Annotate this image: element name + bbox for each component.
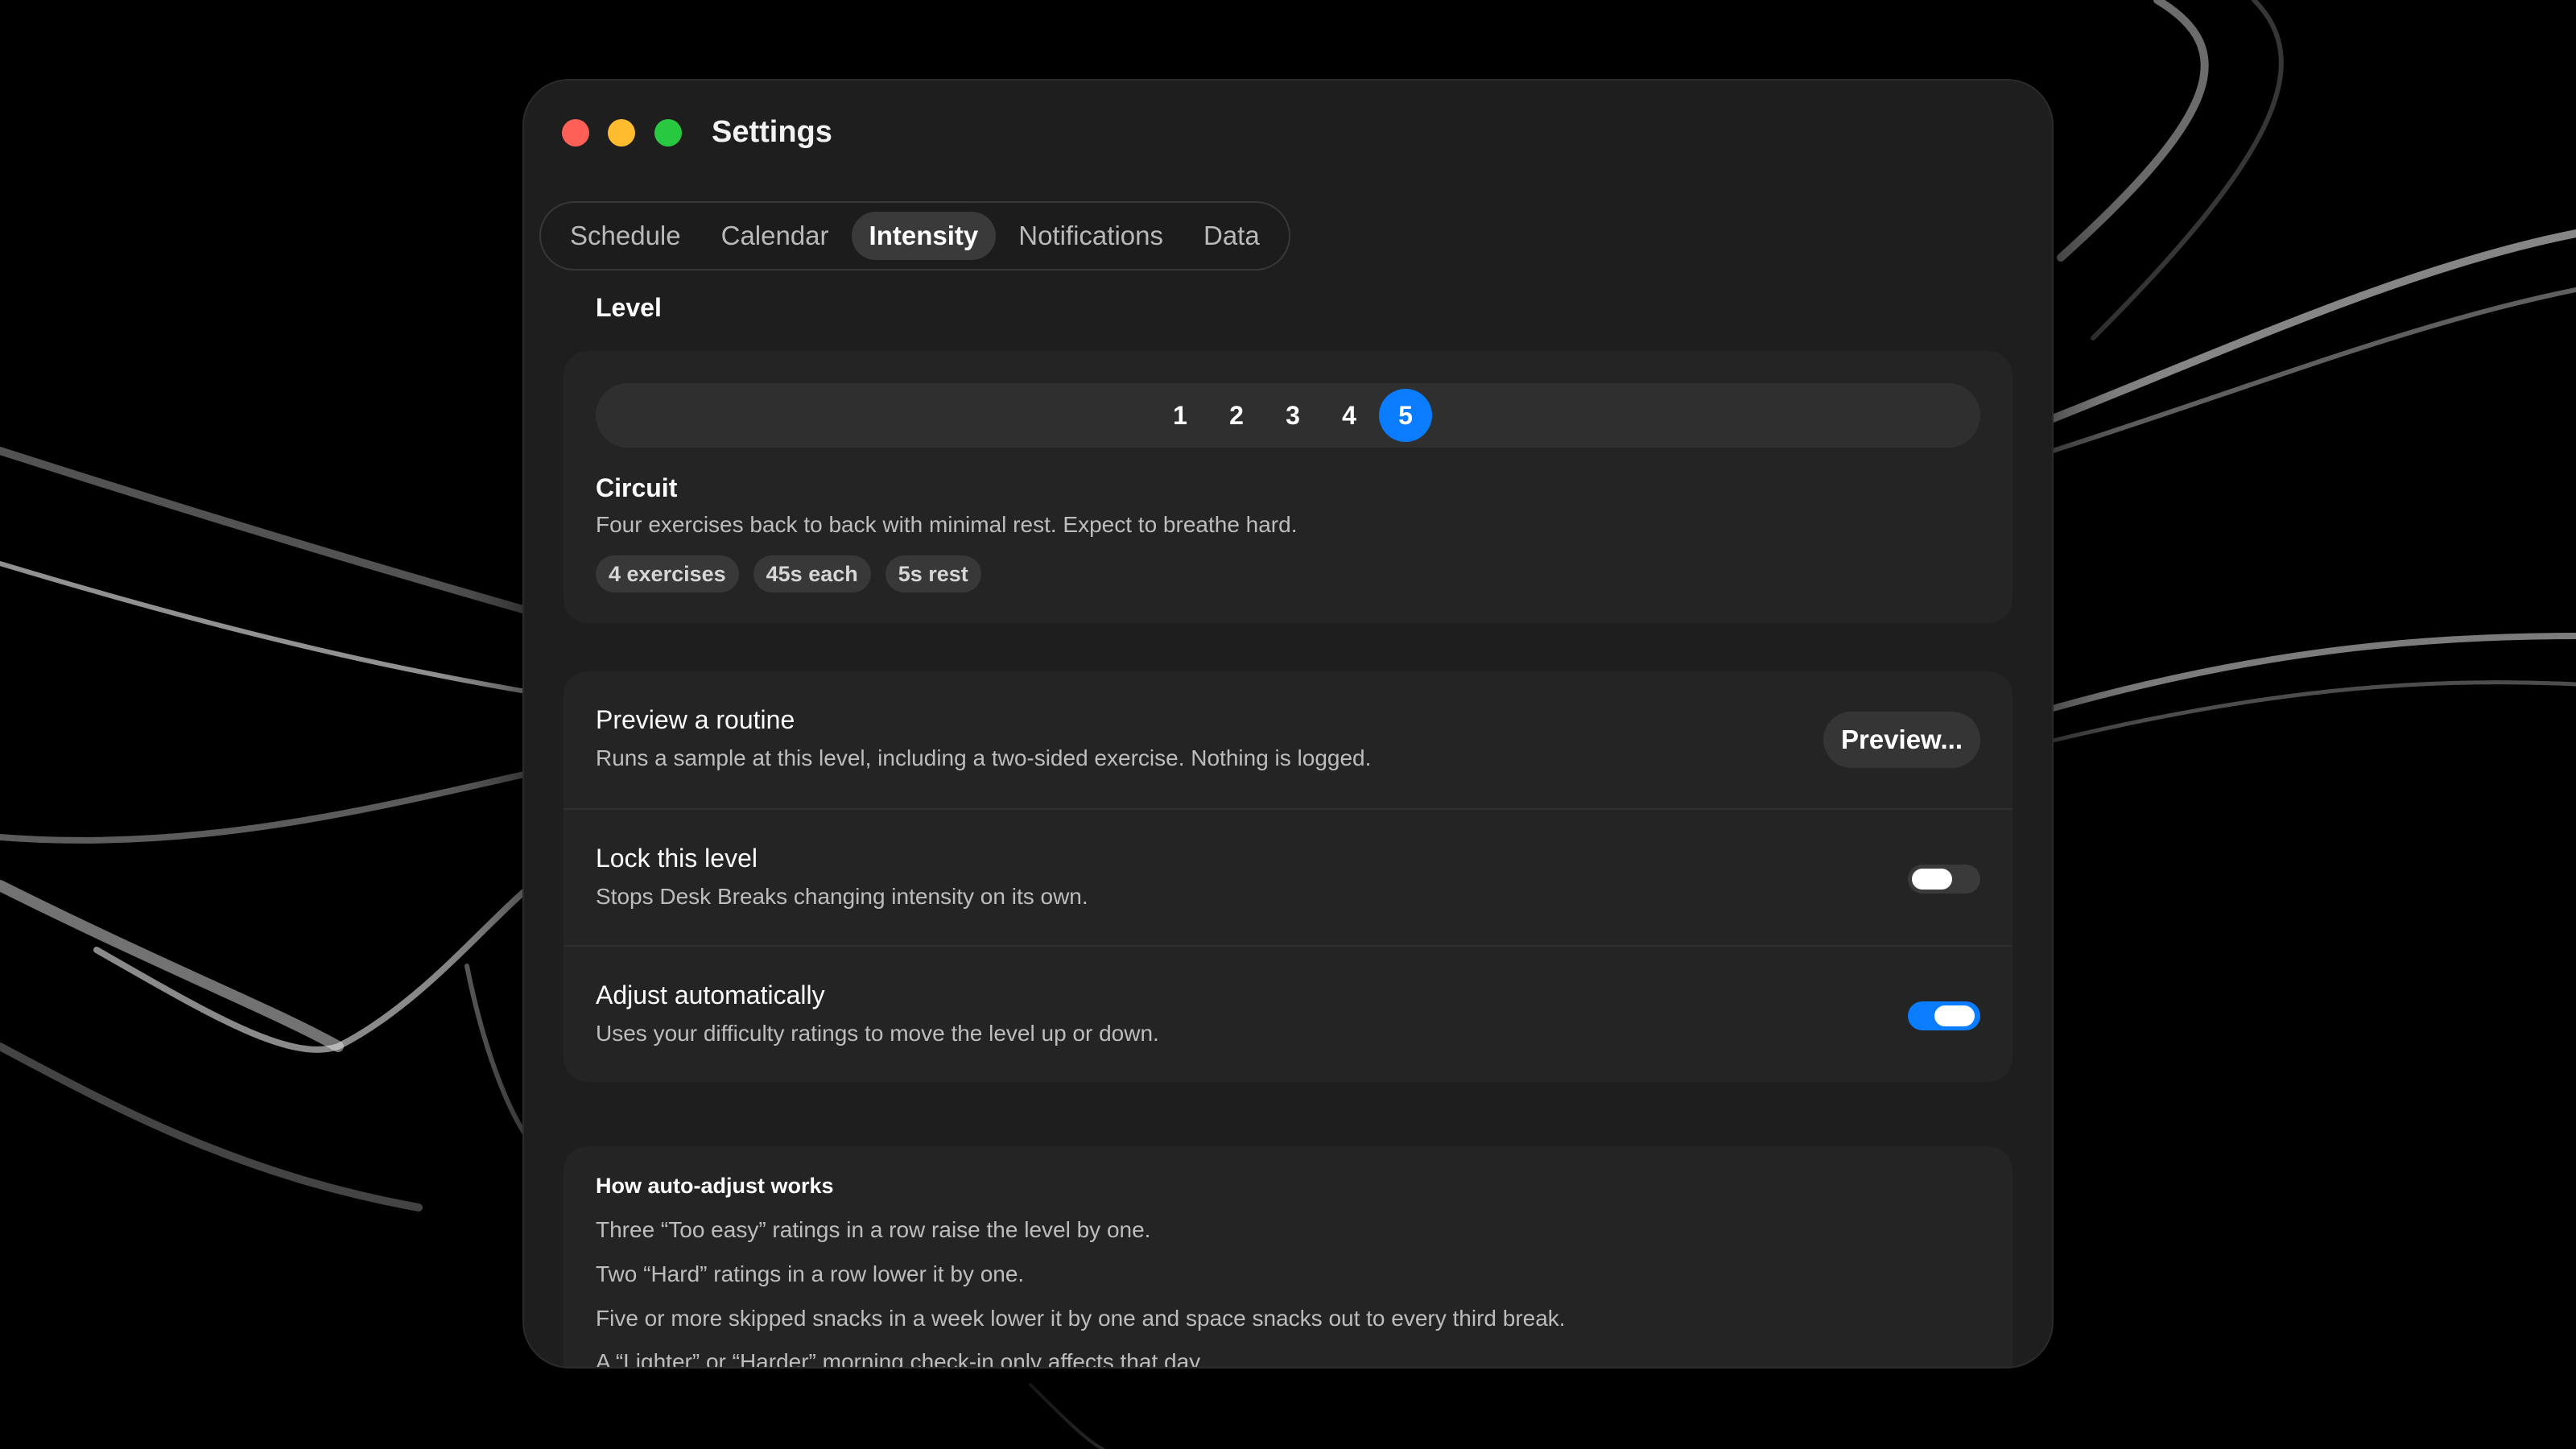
toggle-knob: [1912, 869, 1952, 890]
tab-schedule[interactable]: Schedule: [552, 212, 699, 260]
level-description: Four exercises back to back with minimal…: [596, 512, 1298, 537]
settings-card: Preview a routine Runs a sample at this …: [564, 671, 2013, 1082]
auto-title: Adjust automatically: [596, 980, 825, 1009]
tab-calendar[interactable]: Calendar: [704, 212, 847, 260]
desktop: Settings Schedule Calendar Intensity Not…: [0, 0, 2576, 1449]
window-title: Settings: [712, 115, 832, 149]
close-button[interactable]: [562, 119, 589, 147]
maximize-button[interactable]: [654, 119, 682, 147]
toggle-knob: [1934, 1005, 1975, 1026]
level-section-title: Level: [596, 293, 662, 322]
preview-description: Runs a sample at this level, including a…: [596, 745, 1372, 770]
tab-intensity[interactable]: Intensity: [851, 212, 997, 260]
tab-bar: Schedule Calendar Intensity Notification…: [539, 201, 1290, 270]
tab-data[interactable]: Data: [1186, 212, 1278, 260]
level-step-1[interactable]: 1: [1154, 389, 1207, 442]
level-chips: 4 exercises 45s each 5s rest: [596, 555, 981, 592]
lock-description: Stops Desk Breaks changing intensity on …: [596, 884, 1088, 909]
level-step-3[interactable]: 3: [1266, 389, 1319, 442]
preview-title: Preview a routine: [596, 705, 795, 734]
lock-title: Lock this level: [596, 844, 758, 873]
level-step-4[interactable]: 4: [1323, 389, 1376, 442]
level-step-5[interactable]: 5: [1379, 389, 1432, 442]
preview-button[interactable]: Preview...: [1823, 712, 1980, 768]
level-name: Circuit: [596, 473, 678, 502]
level-card: 1 2 3 4 5 Circuit Four exercises back to…: [564, 351, 2013, 623]
tab-notifications[interactable]: Notifications: [1001, 212, 1181, 260]
lock-toggle[interactable]: [1908, 865, 1980, 894]
chip-duration: 45s each: [753, 555, 871, 592]
minimize-button[interactable]: [608, 119, 635, 147]
chip-exercises: 4 exercises: [596, 555, 739, 592]
level-stepper: 1 2 3 4 5: [596, 383, 1980, 448]
chip-rest: 5s rest: [885, 555, 981, 592]
preview-row: Preview a routine Runs a sample at this …: [564, 671, 2013, 808]
auto-toggle[interactable]: [1908, 1001, 1980, 1030]
auto-description: Uses your difficulty ratings to move the…: [596, 1021, 1159, 1046]
auto-row: Adjust automatically Uses your difficult…: [564, 945, 2013, 1084]
level-step-2[interactable]: 2: [1210, 389, 1263, 442]
lock-row: Lock this level Stops Desk Breaks changi…: [564, 808, 2013, 947]
